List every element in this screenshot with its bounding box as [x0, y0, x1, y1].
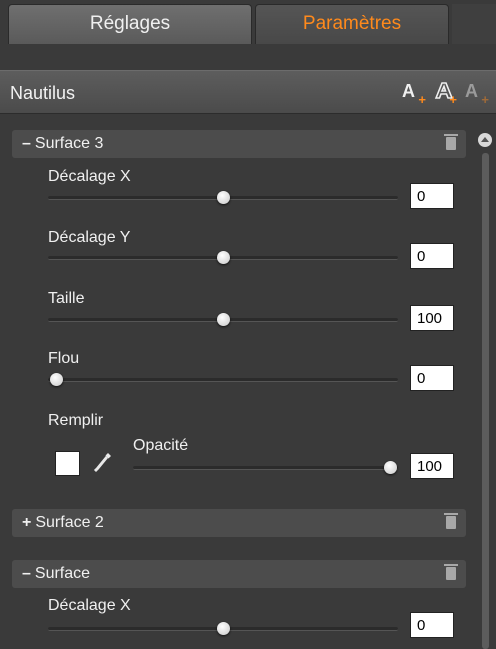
- scroll-up-button[interactable]: [478, 133, 492, 147]
- opacite-slider[interactable]: [133, 461, 398, 474]
- panel-header: Nautilus A + + A +: [0, 70, 496, 114]
- decalage-x-input[interactable]: 0: [410, 612, 454, 638]
- decalage-x-label: Décalage X: [48, 168, 131, 185]
- trash-icon[interactable]: [444, 564, 458, 580]
- decalage-x-slider[interactable]: [48, 191, 398, 204]
- section-surface-2-label: + Surface 2: [22, 514, 104, 531]
- flou-slider[interactable]: [48, 373, 398, 386]
- tab-reglages[interactable]: Réglages: [8, 4, 252, 44]
- trash-icon[interactable]: [444, 134, 458, 150]
- collapse-icon[interactable]: –: [22, 565, 31, 582]
- slider-knob[interactable]: [50, 373, 63, 386]
- eyedropper-icon[interactable]: [92, 450, 114, 476]
- section-surface-3-label: – Surface 3: [22, 135, 104, 152]
- opacite-label: Opacité: [133, 437, 189, 454]
- slider-knob[interactable]: [217, 622, 230, 635]
- decalage-x-input[interactable]: 0: [410, 183, 454, 209]
- section-surface-2-header[interactable]: + Surface 2: [12, 509, 466, 537]
- decalage-x-label: Décalage X: [48, 597, 131, 614]
- taille-label: Taille: [48, 290, 85, 307]
- add-outline-text-icon[interactable]: +: [433, 80, 457, 106]
- remplir-label: Remplir: [48, 412, 104, 429]
- tab-parametres[interactable]: Paramètres: [255, 4, 449, 44]
- opacite-input[interactable]: 100: [410, 453, 454, 479]
- add-text-icon[interactable]: A +: [402, 80, 426, 106]
- add-effect-icon[interactable]: A +: [465, 80, 489, 106]
- panel-title: Nautilus: [10, 83, 76, 103]
- decalage-y-input[interactable]: 0: [410, 243, 454, 269]
- flou-label: Flou: [48, 350, 80, 367]
- slider-knob[interactable]: [384, 461, 397, 474]
- decalage-y-label: Décalage Y: [48, 229, 131, 246]
- trash-icon[interactable]: [444, 513, 458, 529]
- flou-input[interactable]: 0: [410, 365, 454, 391]
- slider-knob[interactable]: [217, 313, 230, 326]
- taille-slider[interactable]: [48, 313, 398, 326]
- expand-icon[interactable]: +: [22, 514, 31, 531]
- decalage-x-slider[interactable]: [48, 622, 398, 635]
- fill-color-swatch[interactable]: [55, 451, 80, 476]
- slider-knob[interactable]: [217, 251, 230, 264]
- collapse-icon[interactable]: –: [22, 135, 31, 152]
- tab-strip-filler: [452, 4, 496, 44]
- taille-input[interactable]: 100: [410, 305, 454, 331]
- slider-knob[interactable]: [217, 191, 230, 204]
- section-surface-label: – Surface: [22, 565, 91, 582]
- tab-bar: Réglages Paramètres: [0, 0, 496, 44]
- section-surface-header[interactable]: – Surface: [12, 560, 466, 588]
- scrollbar-track[interactable]: [482, 153, 489, 649]
- decalage-y-slider[interactable]: [48, 251, 398, 264]
- section-surface-3-header[interactable]: – Surface 3: [12, 130, 466, 158]
